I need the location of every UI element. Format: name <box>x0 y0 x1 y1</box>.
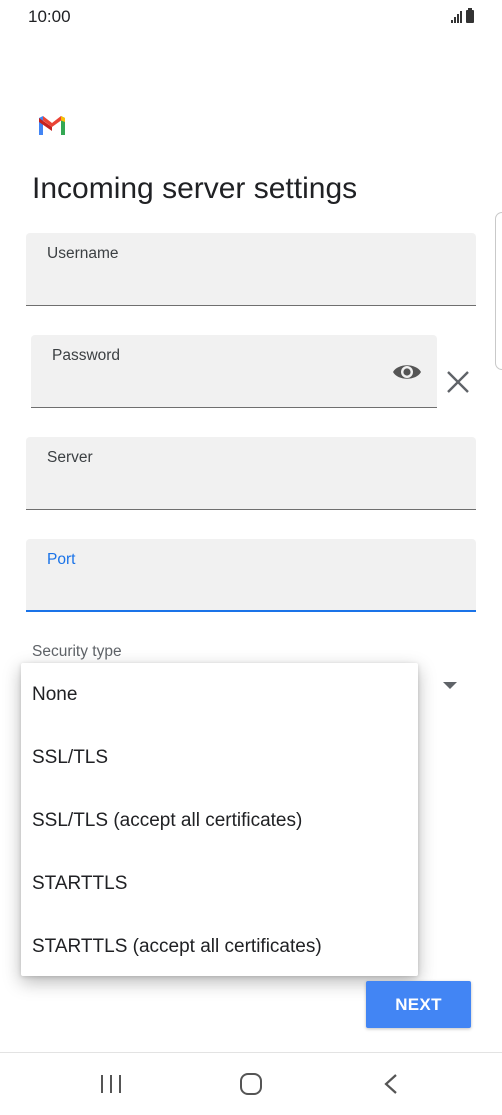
username-field[interactable]: Username <box>26 233 476 306</box>
home-icon[interactable] <box>240 1073 262 1095</box>
dropdown-arrow-icon[interactable] <box>443 682 457 689</box>
port-label: Port <box>47 551 76 568</box>
username-label: Username <box>47 245 119 262</box>
password-label: Password <box>52 347 121 364</box>
eye-icon[interactable] <box>391 360 423 384</box>
page-title: Incoming server settings <box>32 172 358 205</box>
back-icon[interactable] <box>383 1073 399 1095</box>
port-field[interactable]: Port <box>26 539 476 612</box>
option-starttls-accept-all[interactable]: STARTTLS (accept all certificates) <box>21 915 418 978</box>
security-type-dropdown: None SSL/TLS SSL/TLS (accept all certifi… <box>21 663 418 976</box>
status-icons <box>451 8 474 23</box>
recents-icon[interactable] <box>101 1075 121 1093</box>
server-field[interactable]: Server <box>26 437 476 510</box>
status-time: 10:00 <box>28 7 71 26</box>
security-type-label: Security type <box>32 643 122 660</box>
option-ssl-tls[interactable]: SSL/TLS <box>21 726 418 789</box>
signal-icon <box>451 11 462 23</box>
option-none[interactable]: None <box>21 663 418 726</box>
next-button[interactable]: NEXT <box>366 981 471 1028</box>
option-ssl-tls-accept-all[interactable]: SSL/TLS (accept all certificates) <box>21 789 418 852</box>
password-field[interactable]: Password <box>31 335 437 408</box>
status-bar: 10:00 <box>0 0 502 34</box>
battery-icon <box>466 8 474 23</box>
nav-bar <box>0 1053 502 1115</box>
scroll-indicator[interactable] <box>495 212 502 370</box>
server-label: Server <box>47 449 93 466</box>
option-starttls[interactable]: STARTTLS <box>21 852 418 915</box>
gmail-logo <box>39 116 65 135</box>
close-icon[interactable] <box>445 369 471 395</box>
